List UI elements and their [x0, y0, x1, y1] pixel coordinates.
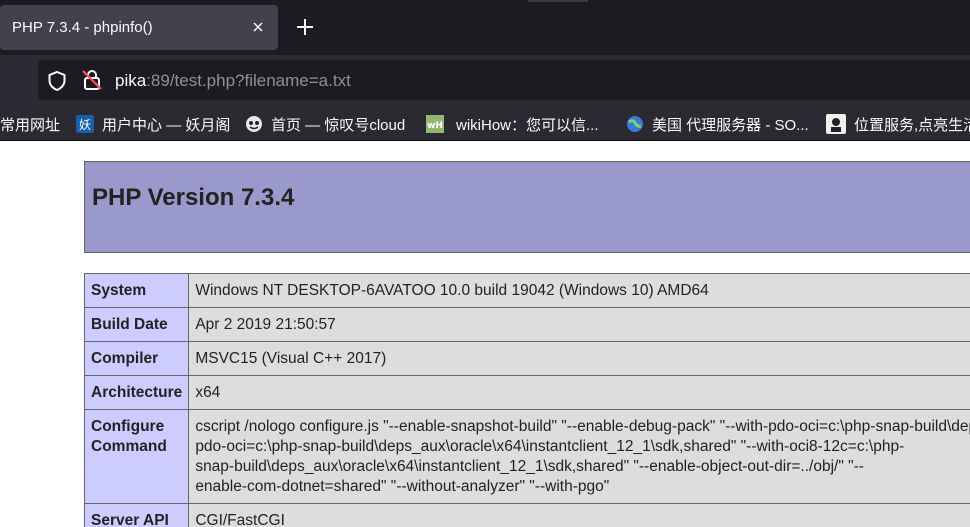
row-key: System — [83, 273, 190, 308]
bookmark-location[interactable]: 位置服务,点亮生活 — [826, 114, 970, 134]
yao-favicon-icon: 妖 — [76, 115, 94, 133]
bookmark-jingtanhao[interactable]: 首页 — 惊叹号cloud — [245, 114, 405, 134]
row-key: Architecture — [83, 375, 190, 410]
url-path: :89/test.php?filename=a.txt — [146, 71, 351, 90]
row-key: Server API — [83, 503, 190, 527]
url-text[interactable]: pika:89/test.php?filename=a.txt — [115, 71, 351, 91]
row-value: MSVC15 (Visual C++ 2017) — [188, 341, 970, 376]
value-line: MSVC15 (Visual C++ 2017) — [195, 350, 387, 367]
value-line: Apr 2 2019 21:50:57 — [195, 316, 336, 333]
new-tab-plus-icon[interactable] — [294, 16, 316, 38]
page-content: PHP Version 7.3.4 System Windows NT DESKT… — [0, 141, 970, 527]
svg-text:妖: 妖 — [79, 118, 91, 132]
php-version-title: PHP Version 7.3.4 — [92, 184, 295, 211]
svg-text:wH: wH — [427, 121, 443, 131]
value-line: enable-com-dotnet=shared" "--without-ana… — [195, 478, 610, 495]
row-value: CGI/FastCGI — [188, 503, 970, 527]
tab-title: PHP 7.3.4 - phpinfo() — [12, 19, 153, 36]
bookmark-label: wikiHow：您可以信... — [456, 116, 599, 134]
bookmark-changyong[interactable]: 常用网址 — [0, 114, 60, 134]
row-key: Configure Command — [83, 409, 190, 504]
wikihow-favicon-icon: wH — [426, 115, 444, 133]
table-row: Build Date Apr 2 2019 21:50:57 — [83, 307, 970, 342]
value-line: snap-build\deps_aux\oracle\x64\instantcl… — [195, 458, 864, 475]
row-key: Build Date — [83, 307, 190, 342]
table-row: Configure Command cscript /nologo configu… — [83, 409, 970, 504]
location-favicon-icon — [826, 114, 846, 134]
bookmark-proxy[interactable]: 美国 代理服务器 - SO... — [626, 114, 809, 134]
bookmark-yaoyuege[interactable]: 妖 用户中心 — 妖月阁 — [76, 114, 230, 134]
row-value: cscript /nologo configure.js "--enable-s… — [188, 409, 970, 504]
insecure-lock-icon[interactable] — [80, 68, 104, 92]
value-line: CGI/FastCGI — [195, 512, 285, 527]
drag-indicator — [528, 0, 588, 2]
row-key: Compiler — [83, 341, 190, 376]
table-row: Server API CGI/FastCGI — [83, 503, 970, 527]
bookmarks-toolbar: 常用网址 妖 用户中心 — 妖月阁 首页 — 惊叹号cloud wH wikiH… — [0, 106, 970, 141]
tab-strip: PHP 7.3.4 - phpinfo() — [0, 0, 970, 55]
tab-phpinfo[interactable]: PHP 7.3.4 - phpinfo() — [0, 5, 278, 50]
row-value: Windows NT DESKTOP-6AVATOO 10.0 build 19… — [188, 273, 970, 308]
value-line: cscript /nologo configure.js "--enable-s… — [195, 418, 970, 435]
bookmark-label: 用户中心 — 妖月阁 — [102, 116, 231, 134]
value-line: Windows NT DESKTOP-6AVATOO 10.0 build 19… — [195, 282, 709, 299]
cloud-favicon-icon — [245, 115, 263, 133]
bookmark-label: 首页 — 惊叹号cloud — [271, 116, 406, 134]
globe-favicon-icon — [626, 115, 644, 133]
table-row: System Windows NT DESKTOP-6AVATOO 10.0 bu… — [83, 273, 970, 308]
bookmark-wikihow[interactable]: wH wikiHow：您可以信... — [426, 114, 599, 134]
bookmark-label: 常用网址 — [0, 116, 61, 134]
php-version-header: PHP Version 7.3.4 — [84, 161, 970, 253]
php-info-table: System Windows NT DESKTOP-6AVATOO 10.0 bu… — [83, 273, 970, 527]
bookmark-label: 美国 代理服务器 - SO... — [652, 116, 809, 134]
value-line: x64 — [195, 384, 221, 401]
navigation-bar: pika:89/test.php?filename=a.txt — [0, 55, 970, 106]
close-tab-icon[interactable] — [248, 17, 268, 37]
value-line: pdo-oci=c:\php-snap-build\deps_aux\oracl… — [195, 438, 905, 455]
table-row: Compiler MSVC15 (Visual C++ 2017) — [83, 341, 970, 376]
bookmark-label: 位置服务,点亮生活 — [854, 116, 970, 134]
url-host: pika — [115, 71, 147, 90]
row-value: Apr 2 2019 21:50:57 — [188, 307, 970, 342]
row-value: x64 — [188, 375, 970, 410]
tracking-protection-shield-icon[interactable] — [46, 70, 68, 92]
table-row: Architecture x64 — [83, 375, 970, 410]
